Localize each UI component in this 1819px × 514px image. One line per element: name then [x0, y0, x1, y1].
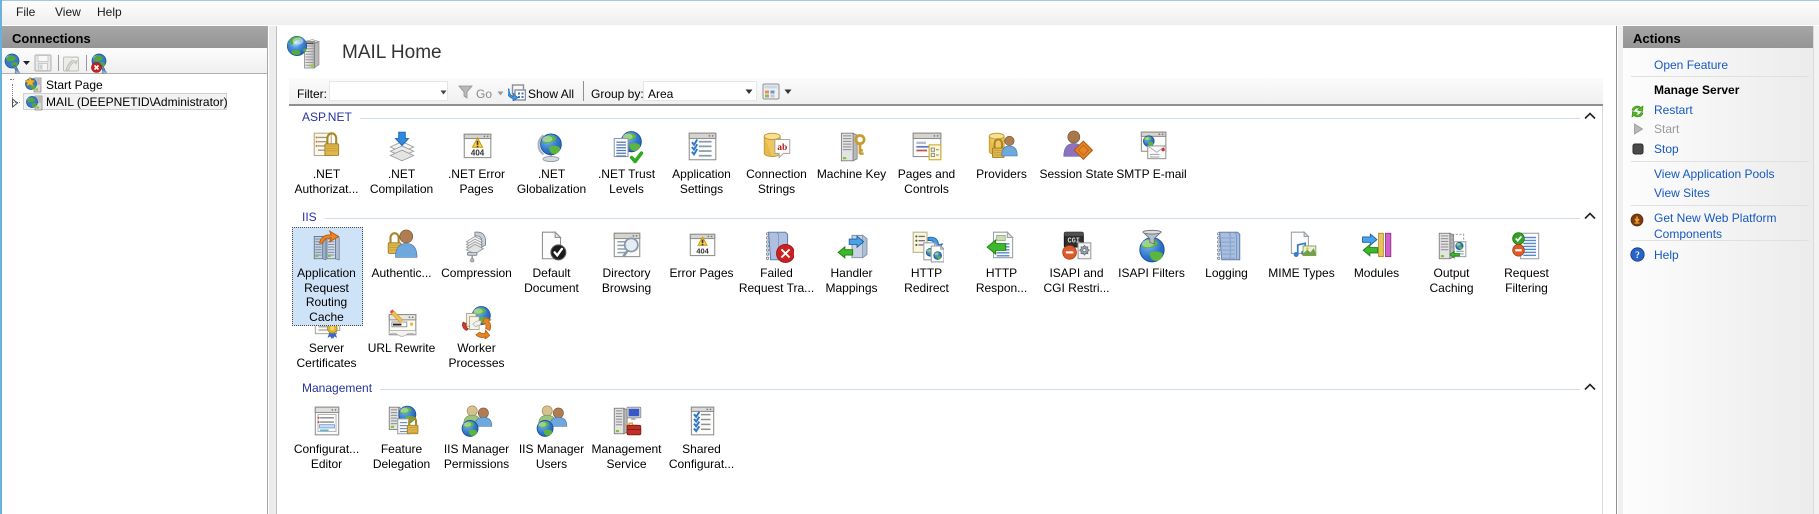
svg-text:ab: ab	[777, 142, 787, 153]
svg-text:404: 404	[696, 246, 709, 255]
svg-text:404: 404	[470, 149, 484, 158]
svg-text:?: ?	[1635, 251, 1640, 261]
